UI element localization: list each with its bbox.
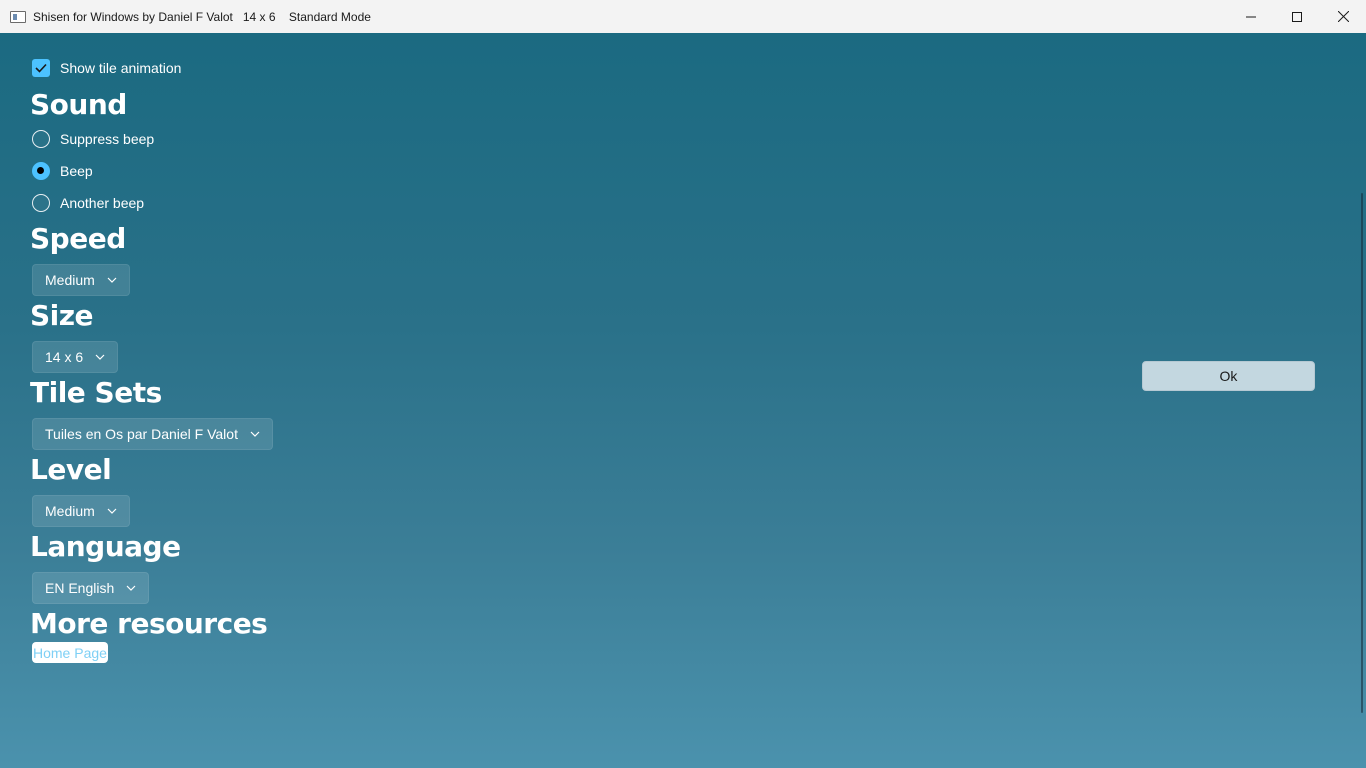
chevron-down-icon (250, 431, 260, 437)
close-button[interactable] (1320, 0, 1366, 33)
vertical-scrollbar[interactable] (1361, 193, 1363, 713)
language-dropdown[interactable]: EN English (32, 572, 150, 604)
level-dropdown[interactable]: Medium (32, 495, 130, 527)
close-icon (1337, 11, 1349, 22)
radio-label: Another beep (60, 195, 145, 211)
chevron-down-icon (107, 277, 117, 283)
maximize-icon (1292, 11, 1302, 22)
radio-unselected-icon[interactable] (32, 130, 50, 148)
maximize-button[interactable] (1274, 0, 1320, 33)
radio-selected-icon[interactable] (32, 162, 50, 180)
language-heading: Language (30, 530, 181, 563)
chevron-down-icon (126, 585, 136, 591)
tile-sets-dropdown[interactable]: Tuiles en Os par Daniel F Valot (32, 418, 273, 450)
size-heading: Size (30, 299, 94, 332)
language-value: EN English (45, 580, 115, 596)
show-tile-animation-checkbox[interactable]: Show tile animation (32, 59, 181, 77)
level-value: Medium (45, 503, 95, 519)
radio-suppress-beep[interactable]: Suppress beep (32, 130, 154, 148)
radio-beep[interactable]: Beep (32, 162, 93, 180)
speed-heading: Speed (30, 222, 126, 255)
show-tile-animation-label: Show tile animation (60, 60, 182, 76)
radio-unselected-icon[interactable] (32, 194, 50, 212)
checkbox-checked-icon[interactable] (32, 59, 50, 77)
chevron-down-icon (107, 508, 117, 514)
radio-label: Suppress beep (60, 131, 155, 147)
chevron-down-icon (95, 354, 105, 360)
tile-sets-value: Tuiles en Os par Daniel F Valot (45, 426, 238, 442)
window-controls (1228, 0, 1366, 33)
home-page-link[interactable]: Home Page (32, 642, 108, 663)
more-resources-heading: More resources (30, 607, 268, 640)
radio-another-beep[interactable]: Another beep (32, 194, 144, 212)
tile-sets-heading: Tile Sets (30, 376, 162, 409)
speed-value: Medium (45, 272, 95, 288)
ok-button[interactable]: Ok (1142, 361, 1315, 391)
title-bar: Shisen for Windows by Daniel F Valot 14 … (0, 0, 1366, 34)
minimize-icon (1246, 16, 1256, 17)
minimize-button[interactable] (1228, 0, 1274, 33)
sound-heading: Sound (30, 88, 127, 121)
level-heading: Level (30, 453, 112, 486)
size-value: 14 x 6 (45, 349, 84, 365)
window-title: Shisen for Windows by Daniel F Valot 14 … (33, 9, 371, 24)
app-icon (10, 10, 26, 23)
settings-page: Show tile animation Sound Suppress beep … (0, 33, 1366, 768)
radio-label: Beep (60, 163, 93, 179)
size-dropdown[interactable]: 14 x 6 (32, 341, 119, 373)
speed-dropdown[interactable]: Medium (32, 264, 130, 296)
